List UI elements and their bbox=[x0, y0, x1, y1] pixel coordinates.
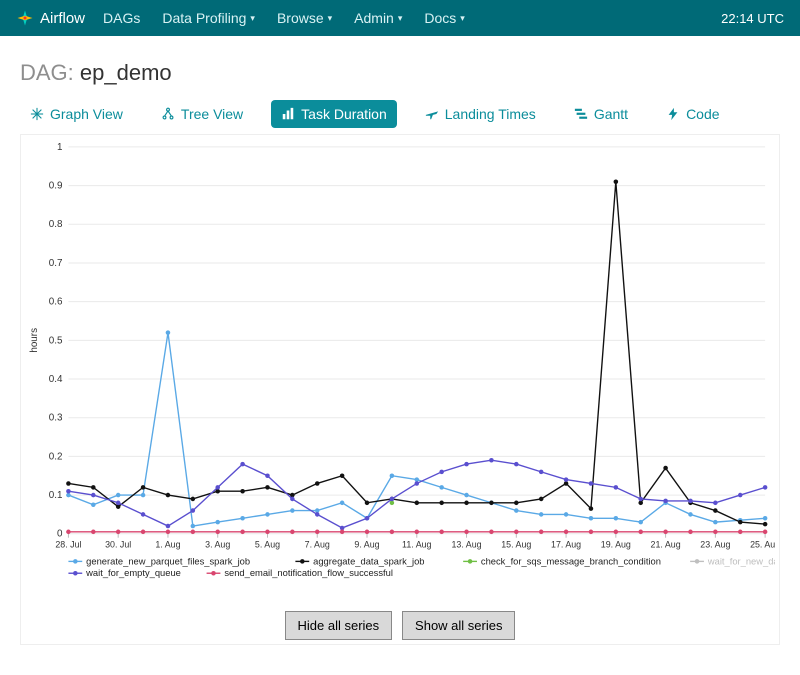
svg-text:0.5: 0.5 bbox=[49, 335, 63, 346]
svg-text:13. Aug: 13. Aug bbox=[451, 540, 481, 550]
nav-data-profiling[interactable]: Data Profiling▾ bbox=[162, 10, 255, 26]
chevron-down-icon: ▾ bbox=[250, 13, 255, 24]
svg-text:hours: hours bbox=[29, 328, 40, 353]
task-duration-chart[interactable]: 0 0.1 0.2 0.3 0.4 0.5 0.6 0.7 0.8 0.9 1 hours 28. Ju… bbox=[25, 141, 775, 605]
svg-text:17. Aug: 17. Aug bbox=[551, 540, 581, 550]
svg-text:3. Aug: 3. Aug bbox=[205, 540, 230, 550]
svg-text:21. Aug: 21. Aug bbox=[651, 540, 681, 550]
chevron-down-icon: ▾ bbox=[398, 13, 403, 24]
svg-text:28. Jul: 28. Jul bbox=[55, 540, 81, 550]
svg-text:0.8: 0.8 bbox=[49, 219, 63, 230]
tab-tree-view[interactable]: Tree View bbox=[151, 100, 253, 128]
nav-dags[interactable]: DAGs bbox=[103, 10, 140, 26]
dag-name: ep_demo bbox=[80, 60, 172, 85]
svg-text:0.6: 0.6 bbox=[49, 297, 63, 308]
plane-icon bbox=[425, 107, 439, 121]
nav-browse[interactable]: Browse▾ bbox=[277, 10, 332, 26]
svg-text:0.9: 0.9 bbox=[49, 181, 63, 192]
legend-item[interactable]: aggregate_data_spark_job bbox=[313, 556, 424, 566]
svg-text:0: 0 bbox=[57, 529, 63, 540]
legend-item[interactable]: check_for_sqs_message_branch_condition bbox=[481, 556, 661, 566]
svg-text:5. Aug: 5. Aug bbox=[255, 540, 280, 550]
view-tabs: Graph View Tree View Task Duration Landi… bbox=[20, 100, 780, 128]
svg-text:1. Aug: 1. Aug bbox=[155, 540, 180, 550]
hide-all-series-button[interactable]: Hide all series bbox=[285, 611, 393, 640]
gantt-icon bbox=[574, 107, 588, 121]
svg-text:30. Jul: 30. Jul bbox=[105, 540, 131, 550]
svg-text:15. Aug: 15. Aug bbox=[501, 540, 531, 550]
svg-text:25. Aug: 25. Aug bbox=[750, 540, 775, 550]
bolt-icon bbox=[666, 107, 680, 121]
bar-chart-icon bbox=[281, 107, 295, 121]
brand-label: Airflow bbox=[40, 10, 85, 27]
svg-text:1: 1 bbox=[57, 142, 62, 153]
tree-icon bbox=[161, 107, 175, 121]
navbar: Airflow DAGs Data Profiling▾ Browse▾ Adm… bbox=[0, 0, 800, 36]
svg-text:0.2: 0.2 bbox=[49, 451, 63, 462]
legend-item[interactable]: wait_for_new_data_in_db bbox=[707, 556, 775, 566]
brand[interactable]: Airflow bbox=[16, 9, 85, 27]
svg-text:0.7: 0.7 bbox=[49, 258, 63, 269]
svg-text:0.3: 0.3 bbox=[49, 413, 63, 424]
chart-container: 0 0.1 0.2 0.3 0.4 0.5 0.6 0.7 0.8 0.9 1 hours 28. Ju… bbox=[20, 134, 780, 645]
svg-text:0.1: 0.1 bbox=[49, 490, 63, 501]
chevron-down-icon: ▾ bbox=[328, 13, 333, 24]
tab-gantt[interactable]: Gantt bbox=[564, 100, 638, 128]
airflow-icon bbox=[16, 9, 34, 27]
legend-item[interactable]: wait_for_empty_queue bbox=[85, 568, 181, 578]
svg-text:9. Aug: 9. Aug bbox=[354, 540, 379, 550]
tab-task-duration[interactable]: Task Duration bbox=[271, 100, 397, 128]
clock-utc: 22:14 UTC bbox=[721, 11, 784, 26]
svg-text:19. Aug: 19. Aug bbox=[601, 540, 631, 550]
tab-landing-times[interactable]: Landing Times bbox=[415, 100, 546, 128]
page-title: DAG: ep_demo bbox=[20, 60, 780, 86]
show-all-series-button[interactable]: Show all series bbox=[402, 611, 515, 640]
tab-code[interactable]: Code bbox=[656, 100, 729, 128]
svg-text:7. Aug: 7. Aug bbox=[305, 540, 330, 550]
nav-admin[interactable]: Admin▾ bbox=[354, 10, 402, 26]
svg-text:11. Aug: 11. Aug bbox=[402, 540, 432, 550]
tab-graph-view[interactable]: Graph View bbox=[20, 100, 133, 128]
legend-item[interactable]: generate_new_parquet_files_spark_job bbox=[86, 556, 250, 566]
legend-item[interactable]: send_email_notification_flow_successful bbox=[224, 568, 393, 578]
snowflake-icon bbox=[30, 107, 44, 121]
nav-docs[interactable]: Docs▾ bbox=[424, 10, 464, 26]
svg-text:23. Aug: 23. Aug bbox=[700, 540, 730, 550]
svg-text:0.4: 0.4 bbox=[49, 374, 63, 385]
chevron-down-icon: ▾ bbox=[460, 13, 465, 24]
